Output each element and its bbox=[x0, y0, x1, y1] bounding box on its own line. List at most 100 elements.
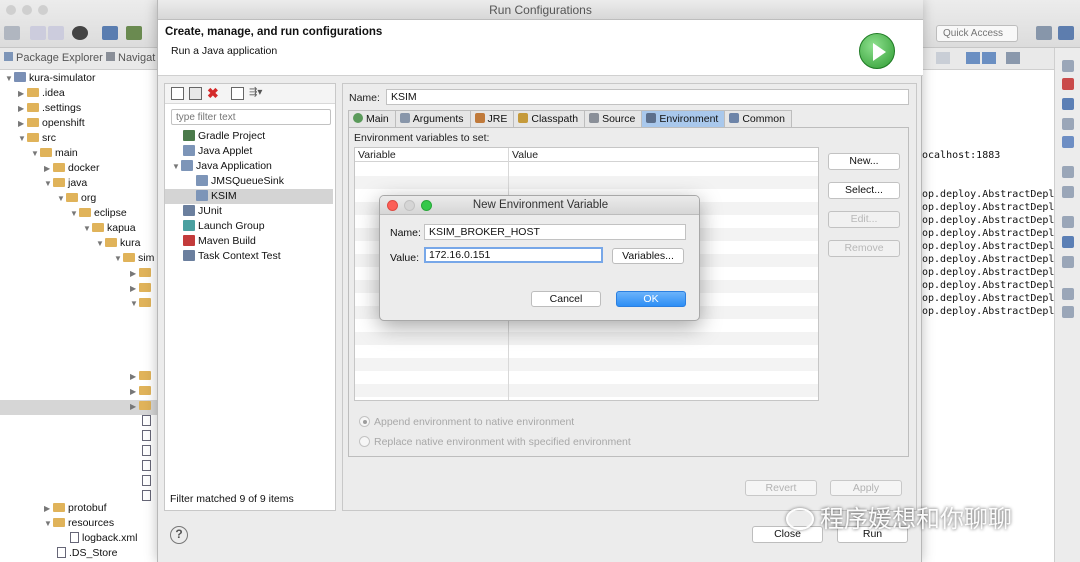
tree-item[interactable]: ▼ java bbox=[44, 176, 87, 191]
variable-value-input[interactable] bbox=[424, 247, 603, 263]
console-icon[interactable] bbox=[1062, 136, 1074, 148]
debug-icon[interactable] bbox=[126, 26, 142, 40]
cancel-button[interactable]: Cancel bbox=[531, 291, 601, 307]
tree-item[interactable]: ▼ bbox=[130, 296, 154, 311]
tree-item[interactable] bbox=[142, 474, 154, 489]
tab-classpath[interactable]: Classpath bbox=[513, 110, 586, 127]
restore-icon[interactable] bbox=[1062, 166, 1074, 178]
edit-variable-button[interactable]: Edit... bbox=[828, 211, 900, 228]
tab-source[interactable]: Source bbox=[584, 110, 643, 127]
config-item-maven-build[interactable]: Maven Build bbox=[183, 234, 333, 249]
select-variable-button[interactable]: Select... bbox=[828, 182, 900, 199]
tree-item[interactable]: ▼ eclipse bbox=[70, 206, 127, 221]
config-item-ksim[interactable]: KSIM bbox=[165, 189, 333, 204]
tree-item[interactable]: ▼ sim bbox=[114, 251, 154, 266]
outline-icon[interactable] bbox=[1062, 186, 1074, 198]
zoom-window-icon[interactable] bbox=[421, 200, 432, 211]
tab-navigator[interactable]: Navigat bbox=[106, 52, 155, 64]
tree-item[interactable]: ▶ bbox=[130, 384, 154, 399]
config-item-jmsqueuesink[interactable]: JMSQueueSink bbox=[196, 174, 333, 189]
problems-icon[interactable] bbox=[1062, 78, 1074, 90]
tree-item[interactable] bbox=[142, 459, 154, 474]
config-item-launch-group[interactable]: Launch Group bbox=[183, 219, 333, 234]
config-item-java-application[interactable]: ▼ Java Application bbox=[172, 159, 332, 174]
append-environment-option[interactable]: Append environment to native environment bbox=[359, 416, 574, 428]
tree-item[interactable]: ▶ openshift bbox=[18, 116, 85, 131]
tree-item[interactable]: ▶ bbox=[130, 399, 154, 414]
zoom-window-icon[interactable] bbox=[38, 5, 48, 15]
replace-environment-option[interactable]: Replace native environment with specifie… bbox=[359, 436, 631, 448]
name-input[interactable] bbox=[386, 89, 909, 105]
filter-input[interactable] bbox=[171, 109, 331, 125]
tree-item[interactable]: ▼ kapua bbox=[83, 221, 136, 236]
new-configuration-icon[interactable] bbox=[171, 87, 184, 100]
tree-item[interactable]: ▶ docker bbox=[44, 161, 100, 176]
config-item-task-context-test[interactable]: Task Context Test bbox=[183, 249, 333, 264]
duplicate-icon[interactable] bbox=[189, 87, 202, 100]
expand-arrow-icon[interactable]: ▼ bbox=[172, 159, 181, 174]
tree-item[interactable]: ▶ bbox=[130, 369, 154, 384]
quick-access-input[interactable] bbox=[936, 25, 1018, 42]
tree-item[interactable]: ▶ .idea bbox=[18, 86, 65, 101]
task-list-icon[interactable] bbox=[1062, 256, 1074, 268]
tab-main[interactable]: Main bbox=[348, 110, 396, 127]
tree-item[interactable]: ▼ kura-simulator bbox=[5, 71, 96, 86]
restore-icon[interactable] bbox=[1062, 60, 1074, 72]
column-header-variable[interactable]: Variable bbox=[358, 149, 396, 161]
close-window-icon[interactable] bbox=[6, 5, 16, 15]
restore-icon[interactable] bbox=[1062, 216, 1074, 228]
config-item-junit[interactable]: JUnit bbox=[183, 204, 333, 219]
restore-icon[interactable] bbox=[1062, 288, 1074, 300]
tab-arguments[interactable]: Arguments bbox=[394, 110, 471, 127]
toolbar-icon[interactable] bbox=[936, 52, 950, 64]
toolbar-icon[interactable] bbox=[966, 52, 980, 64]
tree-item[interactable] bbox=[142, 489, 154, 504]
ok-button[interactable]: OK bbox=[616, 291, 686, 307]
java-perspective-icon[interactable] bbox=[1058, 26, 1074, 40]
tab-jre[interactable]: JRE bbox=[469, 110, 515, 127]
new-variable-button[interactable]: New... bbox=[828, 153, 900, 170]
column-header-value[interactable]: Value bbox=[512, 149, 538, 161]
perspective-icon[interactable] bbox=[1036, 26, 1052, 40]
minimize-window-icon[interactable] bbox=[22, 5, 32, 15]
user-icon[interactable] bbox=[72, 26, 88, 40]
config-item-java-applet[interactable]: Java Applet bbox=[183, 144, 333, 159]
tree-item[interactable]: logback.xml bbox=[70, 531, 137, 546]
tree-item[interactable]: .DS_Store bbox=[57, 546, 117, 561]
variable-name-input[interactable] bbox=[424, 224, 686, 240]
tree-item[interactable] bbox=[142, 414, 154, 429]
revert-button[interactable]: Revert bbox=[745, 480, 817, 496]
tree-item[interactable] bbox=[142, 444, 154, 459]
tab-environment[interactable]: Environment bbox=[641, 110, 726, 127]
collapse-all-icon[interactable] bbox=[231, 87, 244, 100]
variables-button[interactable]: Variables... bbox=[612, 248, 684, 264]
tree-item[interactable]: ▼ resources bbox=[44, 516, 114, 531]
filter-icon[interactable]: ⇶▾ bbox=[249, 87, 269, 100]
tab-package-explorer[interactable]: Package Explorer bbox=[4, 52, 103, 64]
tree-item[interactable]: ▶ bbox=[130, 281, 154, 296]
apply-button[interactable]: Apply bbox=[830, 480, 902, 496]
tree-item[interactable]: ▶ .settings bbox=[18, 101, 81, 116]
tree-item[interactable] bbox=[142, 429, 154, 444]
javadoc-icon[interactable] bbox=[1062, 98, 1074, 110]
radio-icon[interactable] bbox=[359, 436, 370, 447]
new-icon[interactable] bbox=[4, 26, 20, 40]
save-all-icon[interactable] bbox=[48, 26, 64, 40]
tree-item[interactable]: ▼ org bbox=[57, 191, 96, 206]
declaration-icon[interactable] bbox=[1062, 118, 1074, 130]
config-item-gradle-project[interactable]: Gradle Project bbox=[183, 129, 333, 144]
remove-variable-button[interactable]: Remove bbox=[828, 240, 900, 257]
save-icon[interactable] bbox=[30, 26, 46, 40]
tree-item[interactable]: ▼ main bbox=[31, 146, 78, 161]
tab-common[interactable]: Common bbox=[724, 110, 792, 127]
tree-item[interactable]: ▼ src bbox=[18, 131, 56, 146]
toolbar-icon[interactable] bbox=[982, 52, 996, 64]
tree-item[interactable]: ▼ kura bbox=[96, 236, 140, 251]
radio-icon[interactable] bbox=[359, 416, 370, 427]
close-window-icon[interactable] bbox=[387, 200, 398, 211]
help-icon[interactable]: ? bbox=[170, 526, 188, 544]
minimize-icon[interactable] bbox=[1062, 306, 1074, 318]
hierarchy-icon[interactable] bbox=[1062, 236, 1074, 248]
delete-icon[interactable]: ✖ bbox=[207, 86, 220, 100]
tree-item[interactable]: ▶ protobuf bbox=[44, 501, 107, 516]
